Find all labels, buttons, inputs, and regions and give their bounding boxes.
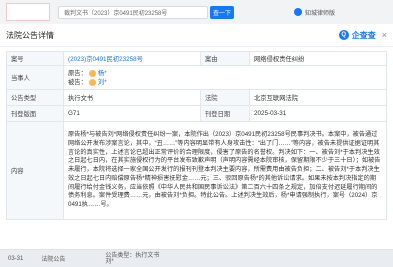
page-label: 刊登版面 xyxy=(6,105,64,122)
brand-name: 企查查 xyxy=(351,30,376,40)
person-icon xyxy=(88,78,96,86)
notice-content: 原告杨*与被告刘*网络侵权责任纠纷一案，本院作出（2023）京0491民初232… xyxy=(68,130,381,209)
defendant-row: 被告： 刘* xyxy=(68,78,382,87)
list-info-party: 刘* xyxy=(105,258,114,265)
plaintiff-row: 原告： 杨* xyxy=(68,69,382,78)
table-row: 公告类型 执行文书 法院 北京互联网法院 xyxy=(6,89,387,106)
parties-cell: 原告： 杨* 被告： 刘* xyxy=(63,65,387,90)
content-label: 内容 xyxy=(6,121,64,220)
close-icon[interactable]: × xyxy=(382,30,387,40)
date-value: 2025-03-31 xyxy=(249,105,387,122)
case-no-label: 案号 xyxy=(6,51,64,66)
cause-value: 网络侵权责任纠纷 xyxy=(249,51,387,66)
search-input-text: 裁判文书（2023）京0491民初23258号 xyxy=(64,10,168,17)
table-row: 案号 (2023)京0491民初23258号 案由 网络侵权责任纠纷 xyxy=(6,51,387,66)
defendant-label: 被告： xyxy=(68,78,87,86)
defendant-name[interactable]: 刘* xyxy=(98,78,107,87)
cause-label: 案由 xyxy=(200,51,250,66)
qcc-logo-icon xyxy=(294,8,302,16)
type-value: 执行文书 xyxy=(63,89,201,106)
list-category: 法院公告 xyxy=(41,257,66,263)
type-label: 公告类型 xyxy=(6,89,64,106)
table-row: 内容 原告杨*与被告刘*网络侵权责任纠纷一案，本院作出（2023）京0491民初… xyxy=(6,121,387,220)
case-no-link[interactable]: (2023)京0491民初23258号 xyxy=(68,56,143,63)
modal-header: 法院公告详情 Q 企查查 × xyxy=(0,24,393,47)
search-button[interactable]: 查一下 xyxy=(210,5,234,19)
page-value: G71 xyxy=(63,105,201,122)
qcc-brand-icon: Q xyxy=(338,30,349,40)
qcc-link-label: 知城律师版 xyxy=(305,10,336,17)
brand-logo: Q 企查查 xyxy=(338,30,376,41)
table-row: 刊登版面 G71 刊登日期 2025-03-31 xyxy=(6,105,387,122)
list-date: 03-31 xyxy=(8,255,24,262)
qcc-lawyer-link[interactable]: 知城律师版 xyxy=(294,8,335,17)
background-list-row[interactable]: 03-31 法院公告 公告类型：执行文书 刘* xyxy=(0,250,393,267)
parties-label: 当事人 xyxy=(6,65,64,90)
date-label: 刊登日期 xyxy=(200,105,250,122)
plaintiff-name[interactable]: 杨* xyxy=(98,69,107,78)
court-label: 法院 xyxy=(200,89,250,106)
top-bar: 裁判文书（2023）京0491民初23258号 查一下 知城律师版 xyxy=(0,0,393,24)
person-icon xyxy=(88,69,96,77)
plaintiff-label: 原告： xyxy=(68,69,87,77)
promo-banner[interactable] xyxy=(6,3,50,21)
list-info: 公告类型：执行文书 刘* xyxy=(105,253,159,265)
table-row: 当事人 原告： 杨* 被告： 刘* xyxy=(6,65,387,90)
court-value: 北京互联网法院 xyxy=(249,89,387,106)
detail-table: 案号 (2023)京0491民初23258号 案由 网络侵权责任纠纷 当事人 原… xyxy=(6,51,387,220)
modal-title: 法院公告详情 xyxy=(6,30,54,40)
search-input[interactable]: 裁判文书（2023）京0491民初23258号 xyxy=(58,5,208,19)
court-notice-modal: 法院公告详情 Q 企查查 × 案号 (2023)京0491民初23258号 案由… xyxy=(0,24,393,250)
